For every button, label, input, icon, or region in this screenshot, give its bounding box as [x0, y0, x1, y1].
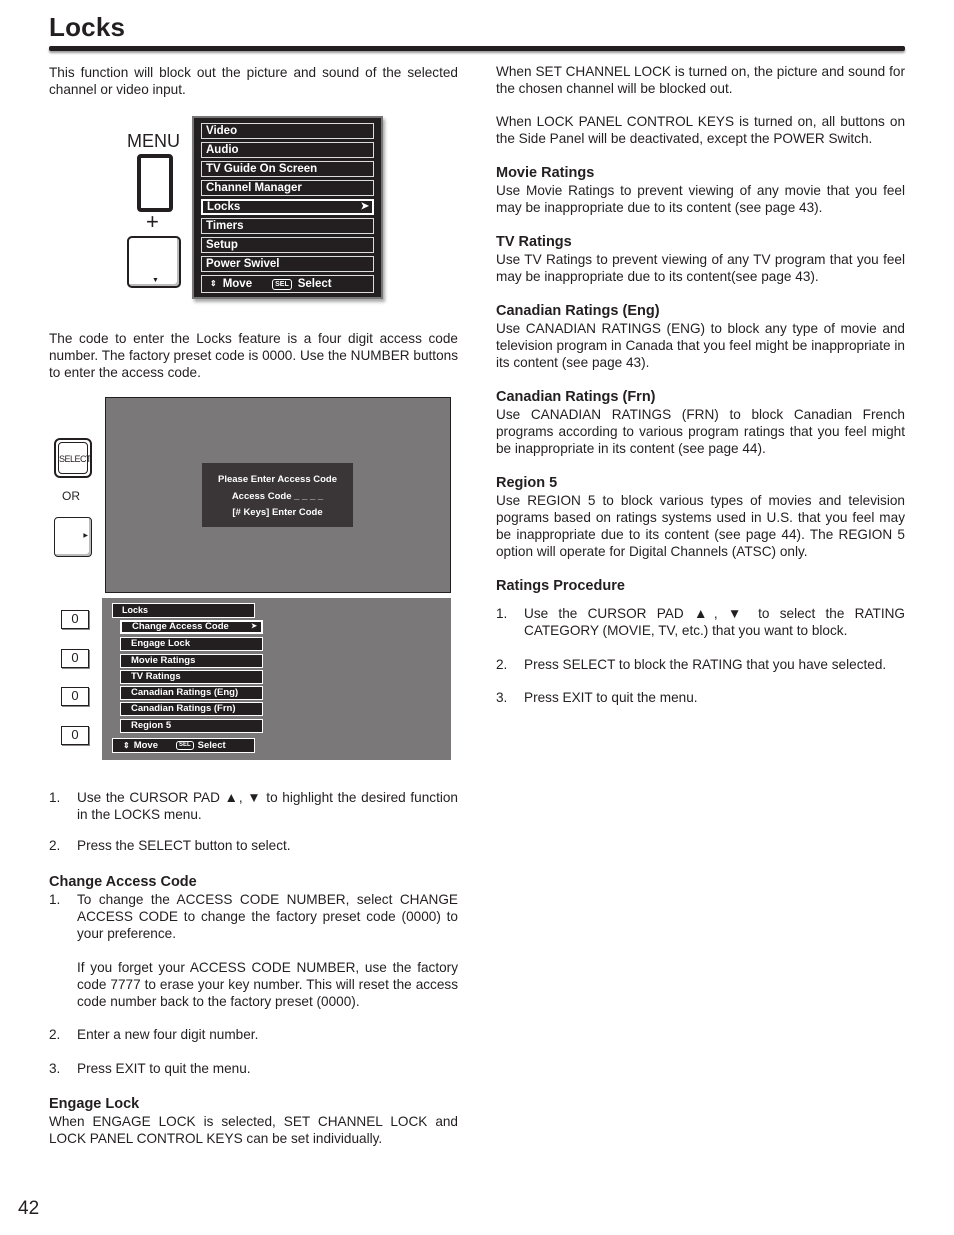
menu-item-channel-manager: Channel Manager: [201, 180, 374, 196]
lock-panel-text: When LOCK PANEL CONTROL KEYS is turned o…: [496, 114, 905, 146]
locks-item-canadian-frn: Canadian Ratings (Frn): [120, 702, 263, 716]
list-item: 3. Press EXIT to quit the menu.: [49, 1061, 251, 1076]
list-item: 2. Enter a new four digit number.: [49, 1027, 259, 1042]
sel-badge-icon: SEL: [176, 741, 194, 750]
section-heading: Canadian Ratings (Frn): [496, 389, 656, 405]
move-arrows-icon: ⇕: [123, 740, 130, 750]
menu-key-label: MENU: [127, 131, 180, 151]
locks-item-canadian-eng: Canadian Ratings (Eng): [120, 686, 263, 700]
title-rule: [49, 46, 905, 51]
section-heading: Region 5: [496, 475, 558, 491]
move-arrows-icon: ⇕: [210, 279, 217, 288]
locks-item-change-access-code: Change Access Code ➤: [120, 620, 263, 634]
select-key-icon: SELECT: [54, 438, 92, 478]
access-code-dialog: Please Enter Access Code Access Code _ _…: [202, 463, 353, 527]
list-item: 1. To change the ACCESS CODE NUMBER, sele…: [49, 892, 458, 941]
page-number: 42: [18, 1198, 40, 1219]
locks-item-engage-lock: Engage Lock: [120, 637, 263, 651]
or-label: OR: [62, 489, 80, 503]
menu-item-setup: Setup: [201, 237, 374, 253]
section-heading: TV Ratings: [496, 234, 572, 250]
digit-key: 0: [61, 610, 89, 629]
access-code-text: The code to enter the Locks feature is a…: [49, 331, 458, 380]
submenu-arrow-icon: ➤: [251, 623, 257, 630]
sel-badge-icon: SEL: [272, 278, 292, 290]
menu-item-timers: Timers: [201, 218, 374, 234]
locks-menu-title: Locks: [112, 603, 255, 618]
section-text: Use TV Ratings to prevent viewing of any…: [496, 252, 905, 284]
page-title: Locks: [49, 12, 126, 42]
locks-item-movie-ratings: Movie Ratings: [120, 654, 263, 668]
section-text: Use CANADIAN RATINGS (FRN) to block Cana…: [496, 407, 905, 456]
section-heading: Engage Lock: [49, 1096, 140, 1112]
menu-footer: ⇕ Move SEL Select: [201, 275, 374, 293]
menu-item-tv-guide: TV Guide On Screen: [201, 161, 374, 177]
list-item: 1. Use the CURSOR PAD ▲, ▼ to select the …: [496, 606, 905, 638]
engage-lock-text: When ENGAGE LOCK is selected, SET CHANNE…: [49, 1114, 458, 1146]
list-item: 2. Press the SELECT button to select.: [49, 838, 291, 853]
section-text: Use CANADIAN RATINGS (ENG) to block any …: [496, 321, 905, 370]
list-item: If you forget your ACCESS CODE NUMBER, u…: [77, 960, 458, 1009]
main-menu-osd: Video Audio TV Guide On Screen Channel M…: [192, 116, 383, 299]
menu-item-audio: Audio: [201, 142, 374, 158]
menu-item-video: Video: [201, 123, 374, 139]
digit-key: 0: [61, 726, 89, 745]
list-item: 3. Press EXIT to quit the menu.: [496, 690, 698, 705]
menu-item-locks: Locks ➤: [201, 199, 374, 215]
digit-key: 0: [61, 649, 89, 668]
digit-key: 0: [61, 687, 89, 706]
section-heading: Canadian Ratings (Eng): [496, 303, 660, 319]
section-heading: Change Access Code: [49, 874, 197, 890]
list-item: 1. Use the CURSOR PAD ▲, ▼ to highlight t…: [49, 790, 458, 822]
section-text: Use Movie Ratings to prevent viewing of …: [496, 183, 905, 215]
menu-item-power-swivel: Power Swivel: [201, 256, 374, 272]
plus-icon: +: [146, 209, 159, 234]
cursor-down-key-icon: ▼: [127, 236, 181, 288]
locks-menu-footer: ⇕ Move SEL Select: [112, 738, 255, 753]
list-item: 2. Press SELECT to block the RATING that …: [496, 657, 887, 672]
submenu-arrow-icon: ➤: [360, 201, 369, 212]
locks-item-tv-ratings: TV Ratings: [120, 670, 263, 684]
section-text: Use REGION 5 to block various types of m…: [496, 493, 905, 559]
section-heading: Ratings Procedure: [496, 578, 625, 594]
set-channel-lock-text: When SET CHANNEL LOCK is turned on, the …: [496, 64, 905, 96]
intro-text: This function will block out the picture…: [49, 65, 458, 97]
cursor-right-key-icon: ▶: [54, 517, 92, 557]
section-heading: Movie Ratings: [496, 165, 595, 181]
menu-key-icon: [137, 154, 173, 212]
locks-item-region-5: Region 5: [120, 719, 263, 733]
